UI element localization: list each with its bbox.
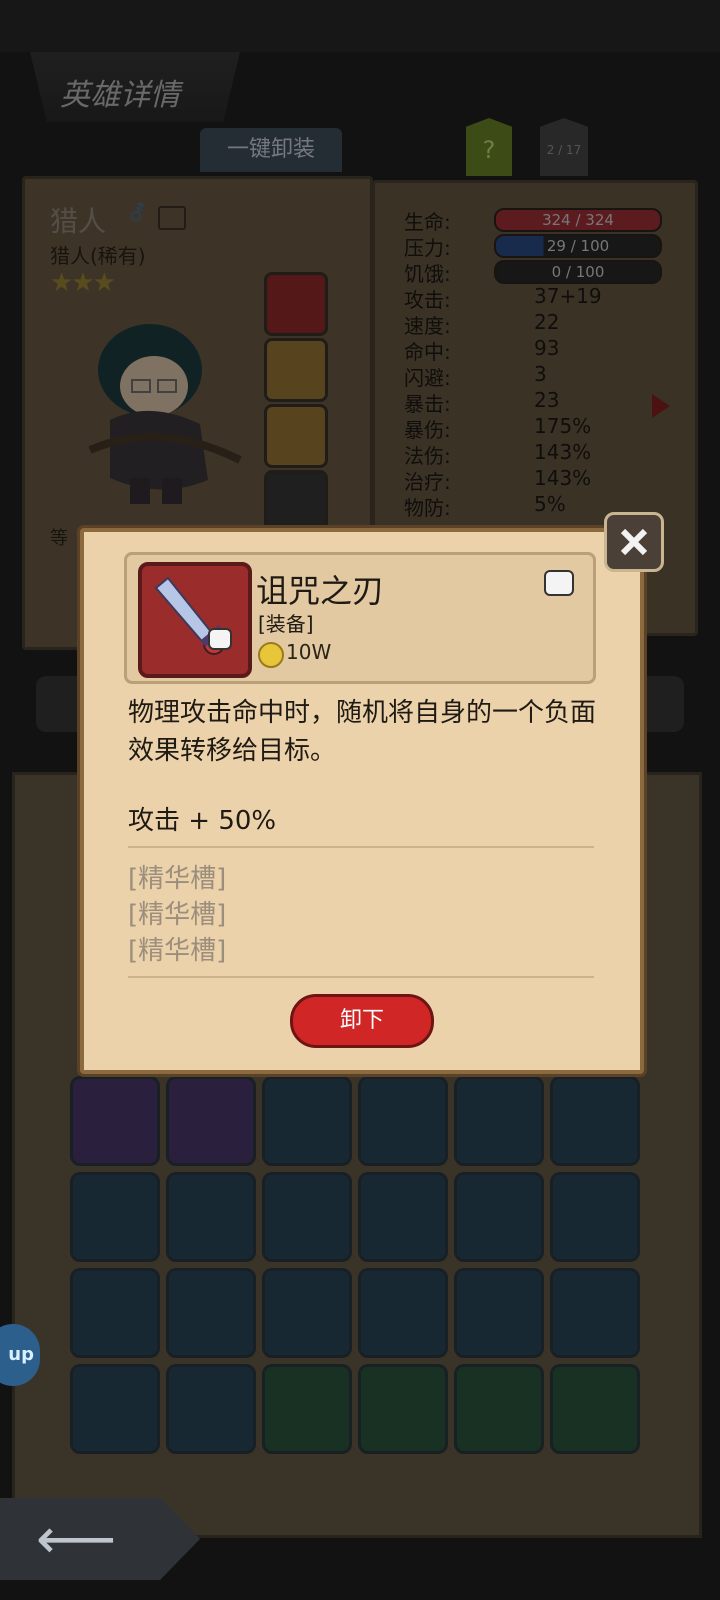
essence-slot-1[interactable]: [精华槽] <box>128 858 226 895</box>
unequip-button[interactable]: 卸下 <box>290 994 434 1048</box>
essence-slot-3[interactable]: [精华槽] <box>128 930 226 967</box>
coin-icon <box>258 642 284 668</box>
item-effect: 攻击 + 50% <box>128 806 277 836</box>
divider <box>128 846 594 848</box>
cursed-blade-icon <box>138 562 252 678</box>
lock-toggle-icon[interactable] <box>544 570 574 596</box>
item-lock-icon <box>208 628 232 650</box>
back-arrow-icon: ⟵ <box>36 1507 117 1572</box>
item-type: [装备] <box>258 612 314 636</box>
divider <box>128 976 594 978</box>
item-name: 诅咒之刃 <box>256 572 385 610</box>
essence-slot-2[interactable]: [精华槽] <box>128 894 226 931</box>
close-button[interactable] <box>604 512 664 572</box>
close-icon <box>620 528 648 556</box>
item-price: 10W <box>286 640 332 664</box>
item-description: 物理攻击命中时，随机将自身的一个负面效果转移给目标。 <box>128 698 597 766</box>
